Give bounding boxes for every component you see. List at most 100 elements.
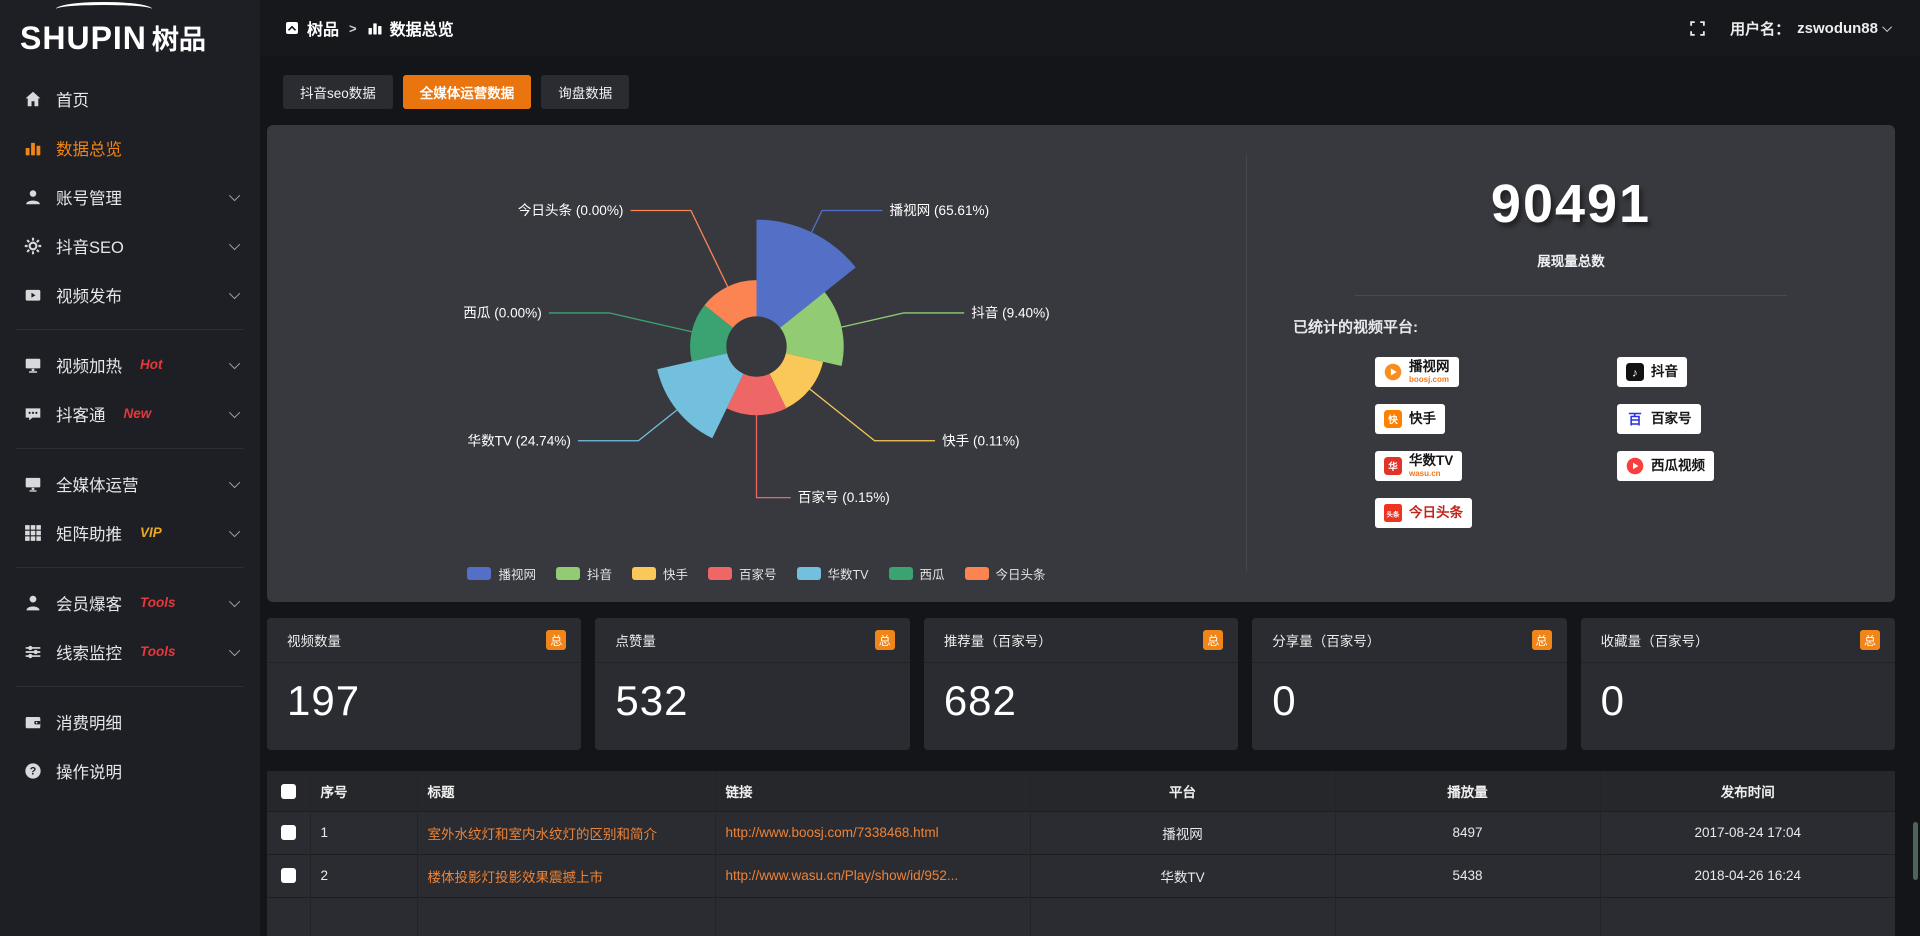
pie-label: 快手 (0.11%): [942, 433, 1019, 448]
legend-marker: [797, 567, 821, 580]
row-checkbox[interactable]: [281, 825, 296, 840]
legend-item-播视网[interactable]: 播视网: [467, 564, 536, 583]
total-badge[interactable]: 总: [1203, 630, 1223, 650]
douyin-logo-icon: ♪: [1626, 363, 1644, 381]
rose-pie-chart[interactable]: 播视网 (65.61%)抖音 (9.40%)快手 (0.11%)百家号 (0.1…: [267, 125, 1246, 552]
clue-monitor-icon: [24, 643, 42, 661]
cell-published: 2017-08-24 17:04: [1600, 811, 1895, 854]
chevron-down-icon: [1882, 22, 1892, 32]
chart-legend: 播视网 抖音 快手 百家号 华数TV 西瓜 今日头条: [267, 552, 1246, 602]
total-badge[interactable]: 总: [1532, 630, 1552, 650]
sidebar-item-consume-detail[interactable]: 消费明细: [0, 697, 260, 746]
platform-badge-toutiao[interactable]: 头条今日头条: [1375, 498, 1472, 528]
sidebar-item-label: 消费明细: [56, 710, 122, 734]
platform-badge-xigua[interactable]: 西瓜视频: [1617, 451, 1714, 481]
svg-text:?: ?: [30, 765, 37, 777]
chevron-down-icon: [229, 525, 240, 536]
select-all-checkbox[interactable]: [281, 784, 296, 799]
platform-badge-boosj[interactable]: 播视网boosj.com: [1375, 357, 1459, 387]
breadcrumb-current[interactable]: 数据总览: [390, 16, 454, 40]
legend-item-今日头条[interactable]: 今日头条: [965, 564, 1046, 583]
total-badge[interactable]: 总: [1860, 630, 1880, 650]
platforms-grid: 播视网boosj.com ♪抖音快快手 百百家号华华数TVwasu.cn 西瓜视频头条…: [1375, 357, 1767, 528]
platform-badge-douyin[interactable]: ♪抖音: [1617, 357, 1687, 387]
cell-link[interactable]: http://www.wasu.cn/Play/show/id/952...: [715, 854, 1030, 897]
stat-card-value: 0: [1252, 663, 1566, 725]
row-checkbox[interactable]: [281, 868, 296, 883]
user-menu[interactable]: 用户名：zswodun88: [1730, 18, 1892, 39]
omni-media-icon: [24, 475, 42, 493]
pie-label: 今日头条 (0.00%): [518, 202, 624, 218]
kuaishou-logo-icon: 快: [1384, 410, 1402, 428]
breadcrumb: 树品 > 数据总览: [284, 16, 454, 40]
pie-label-line: [810, 389, 935, 441]
sidebar-item-data-overview[interactable]: 数据总览: [0, 123, 260, 172]
platform-badge-wasu[interactable]: 华华数TVwasu.cn: [1375, 451, 1462, 481]
total-badge[interactable]: 总: [546, 630, 566, 650]
platform-name: 快手: [1409, 412, 1436, 426]
sidebar-item-home[interactable]: 首页: [0, 74, 260, 123]
platform-badge-kuaishou[interactable]: 快快手: [1375, 404, 1445, 434]
legend-marker: [708, 567, 732, 580]
sidebar-item-matrix-boost[interactable]: 矩阵助推VIP: [0, 508, 260, 557]
chart-area: 播视网 (65.61%)抖音 (9.40%)快手 (0.11%)百家号 (0.1…: [267, 125, 1246, 602]
stat-card-title: 推荐量（百家号）: [944, 630, 1052, 650]
platform-name: 百家号: [1651, 412, 1692, 426]
app-logo[interactable]: SHUPIN 树品: [0, 0, 260, 60]
summary-panel: 90491 展现量总数 已统计的视频平台: 播视网boosj.com♪抖音快快手…: [1247, 125, 1895, 602]
sidebar-item-member-baoke[interactable]: 会员爆客Tools: [0, 578, 260, 627]
legend-item-百家号[interactable]: 百家号: [708, 564, 777, 583]
tab-douyin-seo-data[interactable]: 抖音seo数据: [283, 75, 393, 109]
matrix-boost-icon: [24, 524, 42, 542]
legend-item-西瓜[interactable]: 西瓜: [889, 564, 945, 583]
legend-label: 今日头条: [996, 564, 1046, 583]
sidebar-item-omni-media[interactable]: 全媒体运营: [0, 459, 260, 508]
column-header: 平台: [1030, 771, 1335, 811]
pie-label: 抖音 (9.40%): [971, 304, 1049, 320]
sidebar-item-account-management[interactable]: 账号管理: [0, 172, 260, 221]
sidebar: SHUPIN 树品 首页数据总览账号管理抖音SEO 视频发布视频加热Hot抖客通N…: [0, 0, 260, 936]
operation-guide-icon: ?: [24, 762, 42, 780]
legend-label: 西瓜: [920, 564, 945, 583]
cell-title[interactable]: 楼体投影灯投影效果震撼上市: [417, 854, 715, 897]
scrollbar-thumb[interactable]: [1913, 822, 1918, 880]
stat-card-value: 0: [1581, 663, 1895, 725]
legend-item-华数TV[interactable]: 华数TV: [797, 564, 869, 583]
tab-inquiry-data[interactable]: 询盘数据: [541, 75, 629, 109]
sidebar-item-tag: Hot: [140, 357, 163, 372]
tab-omni-media-data[interactable]: 全媒体运营数据: [403, 75, 532, 109]
column-header: 标题: [417, 771, 715, 811]
legend-label: 华数TV: [828, 564, 869, 583]
stat-card-value: 682: [924, 663, 1238, 725]
data-tabs: 抖音seo数据全媒体运营数据询盘数据: [283, 75, 1895, 109]
cell-views: 8497: [1335, 811, 1600, 854]
sidebar-item-douyin-seo[interactable]: 抖音SEO: [0, 221, 260, 270]
sidebar-item-tag: New: [124, 406, 152, 421]
table-row: 2楼体投影灯投影效果震撼上市http://www.wasu.cn/Play/sh…: [267, 854, 1895, 897]
legend-item-抖音[interactable]: 抖音: [556, 564, 612, 583]
pie-slice-华数TV[interactable]: [657, 353, 743, 438]
fullscreen-icon[interactable]: [1689, 20, 1706, 37]
total-badge[interactable]: 总: [875, 630, 895, 650]
sidebar-item-operation-guide[interactable]: ?操作说明: [0, 746, 260, 795]
cell-link[interactable]: http://www.boosj.com/7338468.html: [715, 811, 1030, 854]
sidebar-item-video-publish[interactable]: 视频发布: [0, 270, 260, 319]
app-root: SHUPIN 树品 首页数据总览账号管理抖音SEO视频发布视频加热Hot抖客通N…: [0, 0, 1920, 936]
account-management-icon: [24, 188, 42, 206]
sidebar-item-douketong[interactable]: 抖客通New: [0, 389, 260, 438]
sidebar-item-label: 抖音SEO: [56, 234, 124, 258]
sidebar-item-video-heating[interactable]: 视频加热Hot: [0, 340, 260, 389]
breadcrumb-root[interactable]: 树品: [307, 16, 339, 40]
home-icon: [24, 90, 42, 108]
platform-badge-baijiahao[interactable]: 百百家号: [1617, 404, 1701, 434]
stat-card-header: 分享量（百家号）总: [1252, 618, 1566, 663]
main-area: 树品 > 数据总览 用户名：zswodun88 抖音seo数据全媒体运营数据询盘…: [260, 0, 1920, 936]
sidebar-item-clue-monitor[interactable]: 线索监控Tools: [0, 627, 260, 676]
cell-title[interactable]: 室外水纹灯和室内水纹灯的区别和简介: [417, 811, 715, 854]
table-row: 1室外水纹灯和室内水纹灯的区别和简介http://www.boosj.com/7…: [267, 811, 1895, 854]
total-display-count: 90491: [1491, 173, 1651, 235]
legend-label: 百家号: [739, 564, 777, 583]
sidebar-item-label: 线索监控: [56, 640, 122, 664]
legend-item-快手[interactable]: 快手: [632, 564, 688, 583]
pie-label-line: [812, 211, 883, 233]
